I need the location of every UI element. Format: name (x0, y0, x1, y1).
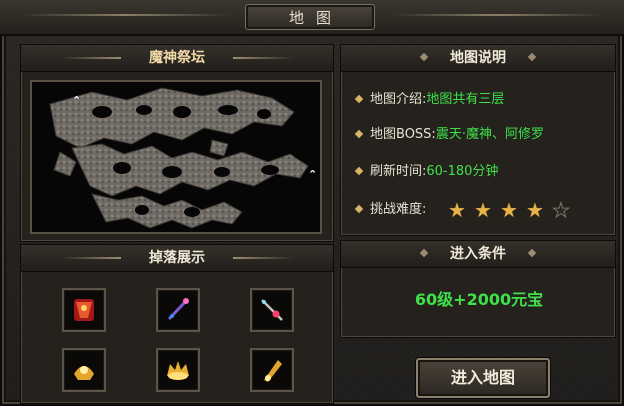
info-row-boss: 地图BOSS:震天·魔神、阿修罗 (354, 124, 544, 146)
info-value: 震天·魔神、阿修罗 (435, 127, 544, 142)
header-ornament (233, 257, 293, 259)
gold-helmet-icon (74, 366, 94, 380)
star-filled-icon: ★ (448, 198, 466, 222)
header-ornament (61, 57, 121, 59)
map-name: 魔神祭坛 (149, 50, 205, 66)
bullet-icon (354, 129, 364, 138)
drop-slot-6[interactable] (250, 348, 294, 392)
info-label: 刷新时间: (370, 164, 427, 179)
red-spear-icon (261, 299, 283, 321)
drop-slot-2[interactable] (156, 288, 200, 332)
drops-title: 掉落展示 (149, 250, 205, 266)
purple-staff-icon (167, 298, 189, 321)
info-value: 60-180分钟 (426, 164, 499, 179)
enter-map-button[interactable]: 进入地图 (416, 358, 550, 398)
header-ornament (61, 257, 121, 259)
info-label: 地图BOSS: (370, 127, 436, 142)
header-ornament (527, 52, 537, 62)
info-row-intro: 地图介绍:地图共有三层 (354, 89, 505, 111)
title-bar: 地图 (0, 0, 624, 36)
drop-slot-1[interactable] (62, 288, 106, 332)
drop-slot-3[interactable] (250, 288, 294, 332)
header-ornament (527, 248, 537, 258)
info-value: 地图共有三层 (426, 92, 505, 107)
condition-text: 60级+2000元宝 (414, 290, 544, 309)
header-ornament (419, 52, 429, 62)
title-ornament-right (392, 14, 602, 16)
info-row-refresh: 刷新时间:60-180分钟 (354, 161, 499, 183)
info-row-difficulty: 挑战难度: (354, 199, 427, 221)
bullet-icon (354, 94, 364, 103)
drop-slot-5[interactable] (156, 348, 200, 392)
portal-marker-icon[interactable]: ⌃ (72, 94, 81, 107)
bullet-icon (354, 204, 364, 213)
drop-slot-4[interactable] (62, 348, 106, 392)
gold-crown-icon (167, 361, 189, 380)
drops-panel-header: 掉落展示 (21, 245, 333, 272)
title-ornament-left (20, 14, 230, 16)
star-empty-icon: ★ (552, 198, 571, 222)
info-label: 地图介绍: (370, 92, 427, 107)
star-filled-icon: ★ (526, 198, 544, 222)
portal-marker-icon[interactable]: ⌃ (308, 168, 317, 181)
info-label: 挑战难度: (370, 202, 427, 217)
condition-panel-header: 进入条件 (341, 241, 615, 268)
star-filled-icon: ★ (474, 198, 492, 222)
gold-blade-icon (264, 360, 282, 382)
map-panel-header: 魔神祭坛 (21, 45, 333, 72)
condition-title: 进入条件 (450, 246, 506, 262)
header-ornament (419, 248, 429, 258)
bullet-icon (354, 166, 364, 175)
window-title: 地图 (245, 4, 375, 30)
info-panel-header: 地图说明 (341, 45, 615, 72)
header-ornament (233, 57, 293, 59)
map-view[interactable]: ⌃ ⌃ (30, 80, 322, 234)
red-armor-icon (74, 299, 94, 321)
star-filled-icon: ★ (500, 198, 518, 222)
info-title: 地图说明 (450, 50, 506, 66)
